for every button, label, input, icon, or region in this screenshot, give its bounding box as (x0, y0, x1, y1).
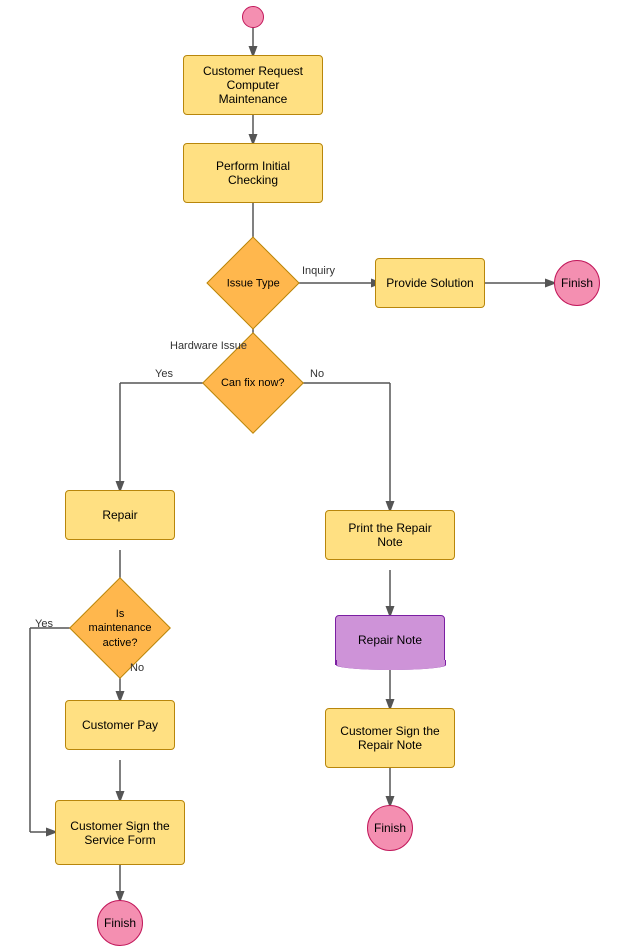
finish-right-label: Finish (374, 821, 406, 835)
customer-sign-repair-node: Customer Sign the Repair Note (325, 708, 455, 768)
repair-node: Repair (65, 490, 175, 540)
yes-fix-label: Yes (155, 368, 173, 380)
provide-solution-node: Provide Solution (375, 258, 485, 308)
finish-right-node: Finish (367, 805, 413, 851)
hardware-label: Hardware Issue (170, 340, 247, 352)
repair-note-label: Repair Note (358, 633, 422, 647)
start-node (242, 6, 264, 28)
is-maintenance-label: Ismaintenanceactive? (89, 607, 152, 650)
customer-sign-service-node: Customer Sign the Service Form (55, 800, 185, 865)
finish-bottom-label: Finish (104, 916, 136, 930)
yes-maint-label: Yes (35, 618, 53, 630)
initial-check-label: Perform Initial Checking (192, 159, 314, 187)
print-repair-node: Print the Repair Note (325, 510, 455, 560)
print-repair-label: Print the Repair Note (334, 521, 446, 549)
initial-check-node: Perform Initial Checking (183, 143, 323, 203)
flowchart: Customer Request Computer Maintenance Pe… (0, 0, 636, 950)
customer-sign-repair-label: Customer Sign the Repair Note (334, 724, 446, 752)
issue-type-node: Issue Type (206, 236, 299, 329)
customer-sign-service-label: Customer Sign the Service Form (64, 819, 176, 847)
no-maint-label: No (130, 662, 144, 674)
repair-note-node: Repair Note (335, 615, 445, 665)
can-fix-label: Can fix now? (221, 376, 285, 390)
finish-top-node: Finish (554, 260, 600, 306)
customer-request-node: Customer Request Computer Maintenance (183, 55, 323, 115)
finish-top-label: Finish (561, 276, 593, 290)
customer-request-label: Customer Request Computer Maintenance (192, 64, 314, 106)
repair-label: Repair (102, 508, 137, 522)
is-maintenance-node: Ismaintenanceactive? (69, 577, 171, 679)
inquiry-label: Inquiry (302, 265, 335, 277)
issue-type-label: Issue Type (227, 276, 280, 290)
provide-solution-label: Provide Solution (386, 276, 473, 290)
customer-pay-label: Customer Pay (82, 718, 158, 732)
no-fix-label: No (310, 368, 324, 380)
finish-bottom-node: Finish (97, 900, 143, 946)
customer-pay-node: Customer Pay (65, 700, 175, 750)
